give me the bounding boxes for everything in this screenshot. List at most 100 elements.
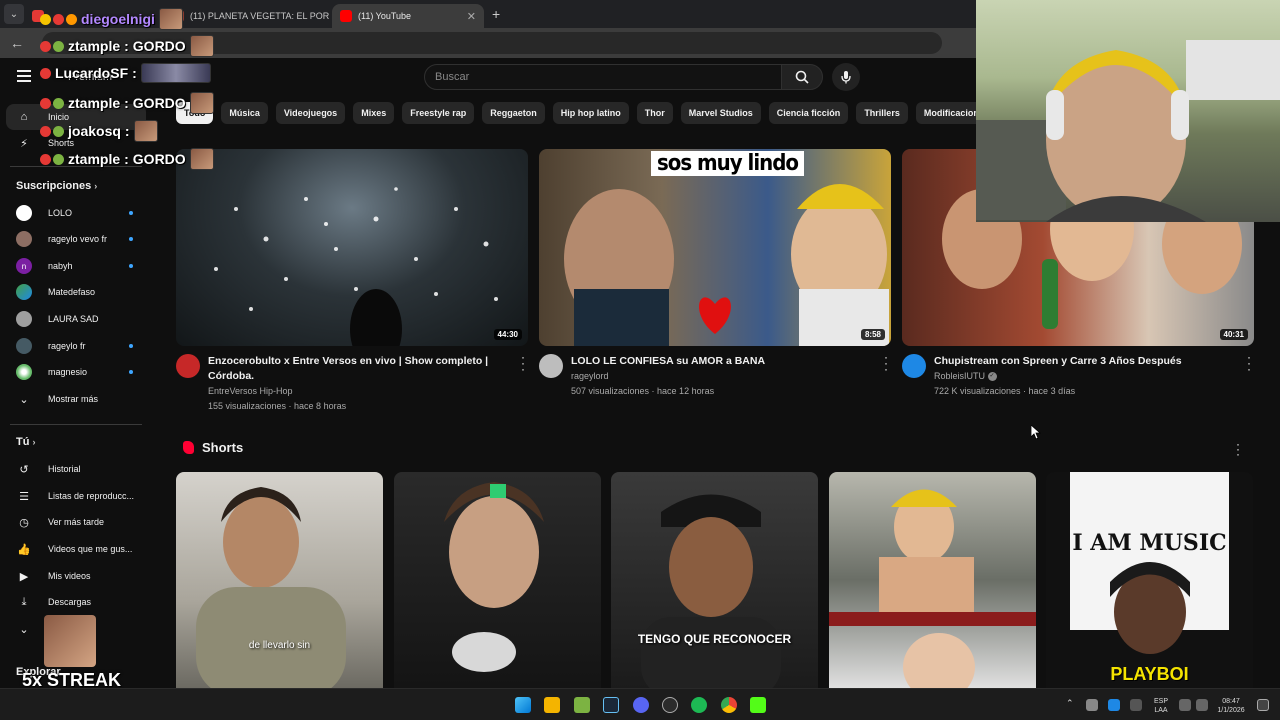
chat-message: ztample: GORDO [40,35,214,57]
channel-name[interactable]: EntreVersos Hip-Hop [208,386,293,396]
thumbnail-caption: sos muy lindo [651,151,804,176]
sidebar-subscription[interactable]: LAURA SAD [0,306,152,332]
history-icon: ↺ [19,463,29,476]
playlist-icon: ☰ [19,490,29,503]
channel-avatar[interactable] [539,354,563,378]
discord-icon[interactable] [633,697,649,713]
video-title[interactable]: Enzocerobulto x Entre Versos en vivo | S… [208,354,508,384]
video-title[interactable]: LOLO LE CONFIESA su AMOR a BANA [571,354,871,369]
chat-badges-icon [40,67,51,79]
network-icon[interactable] [1179,699,1191,711]
language-indicator[interactable]: ESP LAA [1150,697,1172,715]
chrome-icon[interactable] [721,697,737,713]
subscriptions-heading[interactable]: Suscripciones › [16,180,97,192]
chat-message: joakosq: [40,120,158,142]
more-options-icon[interactable]: · · · [518,351,528,375]
sidebar-subscription[interactable]: n nabyh [0,253,152,279]
shorts-icon: ⚡ [20,137,28,150]
chip[interactable]: Marvel Studios [680,102,761,124]
sidebar-subscription[interactable]: LOLO [0,200,152,226]
microphone-icon[interactable] [1130,699,1142,711]
search-input[interactable]: Buscar [424,64,782,90]
new-content-dot [129,237,133,241]
sidebar-subscription[interactable]: rageylo fr [0,333,152,359]
tray-overflow-icon[interactable]: ⌃ [1066,698,1074,709]
sidebar-item-watch-later[interactable]: ◷ Ver más tarde [0,509,152,535]
video-stats: 155 visualizaciones · hace 8 horas [208,401,347,411]
sidebar-subscription[interactable]: magnesio [0,359,152,385]
chip[interactable]: Mixes [353,102,395,124]
shorts-icon [183,441,194,454]
sidebar-subscription[interactable]: rageylo vevo fr [0,226,152,252]
short-card[interactable]: de llevarlo sin [176,472,383,688]
short-caption: PLAYBOI [1110,664,1189,684]
sidebar-item-my-videos[interactable]: ▶ Mis videos [0,563,152,589]
search-icon [795,70,809,84]
short-card[interactable]: I AM MUSIC PLAYBOI [1046,472,1253,688]
notification-icon[interactable] [1257,699,1269,711]
file-explorer-icon[interactable] [544,697,560,713]
sidebar-subscription[interactable]: Matedefaso [0,279,152,305]
chip[interactable]: Thor [636,102,673,124]
video-card[interactable]: sos muy lindo 8:58 LOLO LE CONFIESA su A… [539,149,891,414]
webcam-overlay [976,0,1280,222]
short-card[interactable]: TENGO QUE RECONOCER [611,472,818,688]
show-more-button[interactable]: ⌄ Mostrar más [0,386,152,412]
you-heading[interactable]: Tú › [16,436,36,448]
channel-avatar [16,231,32,247]
spotify-icon[interactable] [691,697,707,713]
chip[interactable]: Modificaciones [915,102,976,124]
more-options-icon[interactable]: · · · [1244,351,1254,375]
tray-app-icon[interactable] [1086,699,1098,711]
steam-icon[interactable] [603,697,619,713]
channel-avatar[interactable] [176,354,200,378]
video-title[interactable]: Chupistream con Spreen y Carre 3 Años De… [934,354,1234,369]
verified-icon: ✓ [987,372,997,382]
volume-icon[interactable] [1196,699,1208,711]
short-card[interactable] [829,472,1036,688]
chip[interactable]: Freestyle rap [402,102,475,124]
more-options-icon[interactable]: · · · [1236,438,1240,460]
clock-icon: ◷ [19,516,29,529]
browser-tab[interactable]: (11) PLANETA VEGETTA: EL POR ✕ [164,4,332,28]
obs-icon[interactable] [662,697,678,713]
menu-icon[interactable] [17,70,31,82]
sidebar-item-liked[interactable]: 👍 Videos que me gus... [0,536,152,562]
video-stats: 722 K visualizaciones · hace 3 días [934,386,1076,396]
more-options-icon[interactable]: · · · [881,351,891,375]
sidebar-item-downloads[interactable]: ⤓ Descargas [0,589,152,615]
home-icon: ⌂ [20,111,28,123]
minecraft-icon[interactable] [574,697,590,713]
channel-avatar [16,284,32,300]
chat-badges-icon [40,97,64,109]
browser-tab-active[interactable]: (11) YouTube ✕ [332,4,484,28]
video-thumbnail[interactable]: 44:30 [176,149,528,346]
chip[interactable]: Hip hop latino [552,102,629,124]
sidebar-item-history[interactable]: ↺ Historial [0,456,152,482]
tab-close-icon[interactable]: ✕ [467,10,476,23]
chip[interactable]: Ciencia ficción [768,102,849,124]
video-thumbnail[interactable]: sos muy lindo 8:58 [539,149,891,346]
tab-list-button[interactable]: ⌄ [4,4,24,24]
kick-icon[interactable] [750,697,766,713]
shorts-section-header: Shorts [183,440,243,455]
voice-search-button[interactable] [832,63,860,91]
short-thumbnail-image [829,489,1036,688]
channel-avatar[interactable] [902,354,926,378]
video-card[interactable]: 44:30 Enzocerobulto x Entre Versos en vi… [176,149,528,414]
new-tab-button[interactable]: + [492,6,500,22]
short-card[interactable] [394,472,601,688]
windows-start-icon[interactable] [515,697,531,713]
back-arrow-icon[interactable]: ← [10,35,28,51]
channel-name[interactable]: RobleisIUTU ✓ [934,371,997,382]
chip[interactable]: Reggaeton [482,102,545,124]
clock[interactable]: 08:47 1/1/2026 [1214,697,1248,715]
tray-app-icon[interactable] [1108,699,1120,711]
channel-name[interactable]: rageylord [571,371,609,381]
chip[interactable]: Thrillers [856,102,908,124]
channel-avatar [16,311,32,327]
chip[interactable]: Videojuegos [275,102,346,124]
chip[interactable]: Música [221,102,268,124]
sidebar-item-playlists[interactable]: ☰ Listas de reproducc... [0,483,152,509]
search-button[interactable] [781,64,823,90]
